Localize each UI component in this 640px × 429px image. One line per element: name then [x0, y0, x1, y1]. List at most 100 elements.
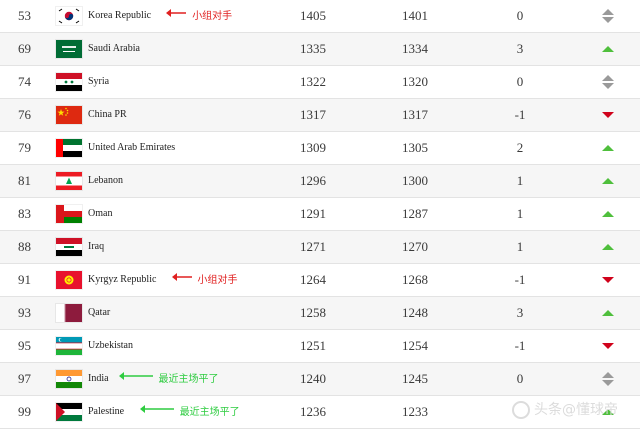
rank-change-cell: 0	[516, 8, 524, 23]
team-name[interactable]: China PR	[88, 99, 127, 131]
table-row: 97 India 最近主场平了 1240 1245 0	[0, 363, 640, 396]
team-name[interactable]: Uzbekistan	[88, 330, 133, 362]
previous-points-cell: 1287	[402, 206, 428, 221]
rank-change-cell: 3	[516, 41, 524, 56]
table-row: 69 Saudi Arabia 1335 1334 3	[0, 33, 640, 66]
rank-cell: 76	[18, 107, 31, 122]
arrow-up-icon	[600, 174, 616, 188]
previous-points-cell: 1254	[402, 338, 428, 353]
previous-points-cell: 1270	[402, 239, 428, 254]
rank-change-cell: 1	[516, 173, 524, 188]
previous-points-cell: 1233	[402, 404, 428, 419]
lebanon-flag-icon	[56, 172, 82, 190]
no-change-icon	[600, 75, 616, 89]
rank-cell: 88	[18, 239, 31, 254]
annotation: 最近主场平了	[139, 396, 240, 428]
rank-change-cell: 0	[516, 74, 524, 89]
arrow-up-icon	[600, 306, 616, 320]
rank-change-cell: 1	[516, 206, 524, 221]
points-cell: 1236	[300, 404, 326, 419]
rank-cell: 74	[18, 74, 31, 89]
rank-cell: 95	[18, 338, 31, 353]
team-name[interactable]: United Arab Emirates	[88, 132, 175, 164]
previous-points-cell: 1305	[402, 140, 428, 155]
rank-cell: 69	[18, 41, 31, 56]
rank-cell: 79	[18, 140, 31, 155]
watermark-text: 头条@懂球帝	[534, 402, 618, 418]
rank-cell: 53	[18, 8, 31, 23]
rank-cell: 81	[18, 173, 31, 188]
kyrgyz-flag-icon	[56, 271, 82, 289]
team-name[interactable]: Kyrgyz Republic	[88, 264, 156, 296]
rank-cell: 97	[18, 371, 31, 386]
previous-points-cell: 1317	[402, 107, 428, 122]
table-row: 88 Iraq 1271 1270 1	[0, 231, 640, 264]
iraq-flag-icon	[56, 238, 82, 256]
rank-change-cell: -1	[514, 107, 526, 122]
arrow-up-icon	[600, 207, 616, 221]
points-cell: 1271	[300, 239, 326, 254]
table-row: 91 Kyrgyz Republic 小组对手 1264 1268 -1	[0, 264, 640, 297]
india-flag-icon	[56, 370, 82, 388]
points-cell: 1405	[300, 8, 326, 23]
arrow-down-icon	[600, 339, 616, 353]
uae-flag-icon	[56, 139, 82, 157]
table-row: 53 Korea Republic 小组对手 1405 1401 0	[0, 0, 640, 33]
arrow-up-icon	[600, 141, 616, 155]
arrow-left-icon	[139, 396, 176, 428]
annotation: 小组对手	[166, 0, 232, 32]
table-row: 81 Lebanon 1296 1300 1	[0, 165, 640, 198]
rank-cell: 93	[18, 305, 31, 320]
annotation: 最近主场平了	[118, 363, 219, 395]
points-cell: 1322	[300, 74, 326, 89]
qatar-flag-icon	[56, 304, 82, 322]
oman-flag-icon	[56, 205, 82, 223]
syria-flag-icon	[56, 73, 82, 91]
team-name[interactable]: Iraq	[88, 231, 104, 263]
korea-flag-icon	[56, 7, 82, 25]
previous-points-cell: 1268	[402, 272, 428, 287]
points-cell: 1317	[300, 107, 326, 122]
rank-change-cell: -1	[514, 338, 526, 353]
points-cell: 1264	[300, 272, 326, 287]
team-name[interactable]: Korea Republic	[88, 0, 151, 32]
rank-change-cell: 0	[516, 371, 524, 386]
previous-points-cell: 1401	[402, 8, 428, 23]
china-flag-icon	[56, 106, 82, 124]
table-row: 76 China PR 1317 1317 -1	[0, 99, 640, 132]
previous-points-cell: 1248	[402, 305, 428, 320]
table-row: 74 Syria 1322 1320 0	[0, 66, 640, 99]
uzbekistan-flag-icon	[56, 337, 82, 355]
team-name[interactable]: Syria	[88, 66, 109, 98]
annotation-text: 最近主场平了	[158, 374, 219, 385]
team-name[interactable]: Saudi Arabia	[88, 33, 140, 65]
previous-points-cell: 1320	[402, 74, 428, 89]
table-row: 79 United Arab Emirates 1309 1305 2	[0, 132, 640, 165]
points-cell: 1335	[300, 41, 326, 56]
previous-points-cell: 1300	[402, 173, 428, 188]
rank-cell: 83	[18, 206, 31, 221]
annotation-text: 小组对手	[197, 275, 238, 286]
previous-points-cell: 1334	[402, 41, 428, 56]
team-name[interactable]: Lebanon	[88, 165, 123, 197]
team-name[interactable]: Qatar	[88, 297, 110, 329]
arrow-down-icon	[600, 108, 616, 122]
points-cell: 1291	[300, 206, 326, 221]
arrow-left-icon	[118, 363, 155, 395]
rank-change-cell: 1	[516, 239, 524, 254]
annotation-text: 最近主场平了	[179, 407, 240, 418]
arrow-left-icon	[171, 264, 194, 296]
points-cell: 1296	[300, 173, 326, 188]
rank-change-cell: 2	[516, 140, 524, 155]
arrow-down-icon	[600, 273, 616, 287]
points-cell: 1240	[300, 371, 326, 386]
arrow-left-icon	[166, 0, 188, 32]
no-change-icon	[600, 9, 616, 23]
watermark: 头条@懂球帝	[512, 397, 632, 423]
rank-cell: 91	[18, 272, 31, 287]
team-name[interactable]: Palestine	[88, 396, 124, 428]
team-name[interactable]: India	[88, 363, 109, 395]
points-cell: 1251	[300, 338, 326, 353]
ranking-table: 53 Korea Republic 小组对手 1405 1401 0 69 Saudi Ara…	[0, 0, 640, 429]
team-name[interactable]: Oman	[88, 198, 112, 230]
